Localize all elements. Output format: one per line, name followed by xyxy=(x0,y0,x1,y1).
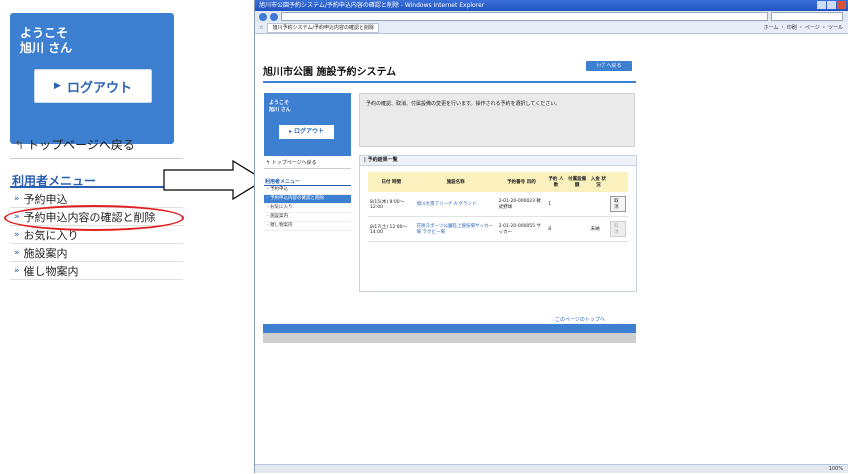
command-bar[interactable]: ホーム ・ 印刷 ・ ページ ・ ツール xyxy=(764,24,843,31)
cell-people: 8 xyxy=(546,216,566,242)
logout-button[interactable]: ▶ ログアウト xyxy=(34,69,152,103)
footer-band xyxy=(263,324,636,333)
site-menu-item[interactable]: - 予約申込 xyxy=(264,186,351,195)
site-welcome-box: ようこそ 旭川 さん ▸ ログアウト xyxy=(264,93,351,156)
cell-payment: 未納 xyxy=(588,216,609,242)
maximize-button[interactable] xyxy=(827,1,836,9)
close-button[interactable] xyxy=(837,1,846,9)
site-logout-button[interactable]: ▸ ログアウト xyxy=(279,125,334,139)
highlight-ellipse xyxy=(4,205,184,231)
window-controls xyxy=(817,1,846,9)
menu-item-label: 催し物案内 xyxy=(23,264,79,278)
logout-label: ログアウト xyxy=(66,80,132,96)
site-welcome-user: 旭川 さん xyxy=(269,107,291,113)
page-top-link[interactable]: このページのトップへ xyxy=(555,316,605,323)
window-titlebar: 旭川市公園予約システム/予約申込内容の確認と削除 - Windows Inter… xyxy=(255,0,848,11)
menu-item-facility-guide[interactable]: » 施設案内 xyxy=(10,244,183,262)
site-top-button[interactable]: ﾄｯﾌﾟへ戻る xyxy=(586,61,632,71)
site-logout-label: ログアウト xyxy=(294,128,325,135)
site-menu-item[interactable]: - お気に入り xyxy=(264,204,351,213)
header-rule xyxy=(263,81,636,83)
chevron-right-icon: » xyxy=(14,229,20,240)
cancel-button-disabled: 取消 xyxy=(610,221,626,237)
site-menu-item-active[interactable]: - 予約申込内容の確認と削除 xyxy=(264,195,351,204)
minimize-button[interactable] xyxy=(817,1,826,9)
cell-number: 2-01-20-000055 サッカー xyxy=(496,216,547,242)
cancel-button[interactable]: 取消 xyxy=(610,196,626,212)
site-welcome-greeting: ようこそ xyxy=(269,100,290,106)
col-action xyxy=(608,172,628,192)
cell-action: 取消 xyxy=(608,192,628,217)
tab-bar: ☆ 旭川予約システム/予約申込内容の確認と削除 ホーム ・ 印刷 ・ ページ ・… xyxy=(255,22,848,34)
cell-equipment xyxy=(565,192,589,217)
cell-number: 2-01-20-000023 軟式野球 xyxy=(496,192,547,217)
footer-gray xyxy=(263,333,636,343)
divider xyxy=(10,158,183,159)
menu-item-label: 施設案内 xyxy=(23,246,68,260)
pointer-arrow-icon xyxy=(163,160,265,200)
results-title: | 予約結果一覧 xyxy=(360,156,636,166)
menu-item-events[interactable]: » 催し物案内 xyxy=(10,262,183,280)
address-bar xyxy=(255,11,848,22)
site-title: 旭川市公園 施設予約システム xyxy=(263,67,397,78)
col-equipment: 付属設備 額 xyxy=(565,172,589,192)
welcome-box: ようこそ 旭川 さん ▶ ログアウト xyxy=(10,13,174,144)
welcome-user-name: 旭川 さん xyxy=(20,41,73,55)
site-menu-list: - 予約申込 - 予約申込内容の確認と削除 - お気に入り - 施設案内 - 催… xyxy=(264,186,351,231)
cell-people: 1 xyxy=(546,192,566,217)
forward-button[interactable] xyxy=(270,12,278,21)
browser-tab[interactable]: 旭川予約システム/予約申込内容の確認と削除 xyxy=(267,22,380,33)
favorites-star-icon[interactable]: ☆ xyxy=(259,25,263,31)
chevron-right-icon: » xyxy=(14,265,20,276)
cell-equipment xyxy=(565,216,589,242)
site-menu-label: 施設案内 xyxy=(270,214,289,219)
col-date: 日付 時間 xyxy=(368,172,415,192)
back-to-top-label: トップページへ戻る xyxy=(27,138,135,152)
site-back-to-top[interactable]: ↰ トップページへ戻る xyxy=(266,159,317,166)
search-field[interactable] xyxy=(771,12,843,21)
notice-box: 予約の確認、取消、付属設備の変更を行います。操作される予約を選択してください。 xyxy=(359,93,635,147)
return-arrow-icon: ↰ xyxy=(14,137,25,152)
col-number: 予約番号 目的 xyxy=(496,172,547,192)
browser-window: 旭川市公園予約システム/予約申込内容の確認と削除 - Windows Inter… xyxy=(254,0,848,473)
table-row: 8/17(土) 12:00～ 14:00 花咲スポーツ公園陸上競技場サッカー場 … xyxy=(368,216,628,242)
status-bar: 100% xyxy=(255,464,848,473)
col-payment: 入金 状況 xyxy=(588,172,609,192)
site-menu-label: 催し物案内 xyxy=(270,223,293,228)
reservation-table: 日付 時間 施設名称 予約番号 目的 予約 人数 付属設備 額 入金 状況 8/… xyxy=(368,172,628,242)
triangle-right-icon: ▶ xyxy=(54,81,61,91)
site-menu-label: 予約申込 xyxy=(270,187,289,192)
table-header-row: 日付 時間 施設名称 予約番号 目的 予約 人数 付属設備 額 入金 状況 xyxy=(368,172,628,192)
user-menu-list: » 予約申込 » 予約申込内容の確認と削除 » お気に入り » 施設案内 » 催し物案内 xyxy=(10,190,183,280)
cell-date: 8/15(木) 9:00～ 12:00 xyxy=(368,192,415,217)
col-people: 予約 人数 xyxy=(546,172,566,192)
site-menu-item[interactable]: - 施設案内 xyxy=(264,213,351,222)
cell-payment xyxy=(588,192,609,217)
site-divider xyxy=(264,168,351,169)
chevron-right-icon: » xyxy=(14,193,20,204)
col-facility: 施設名称 xyxy=(414,172,497,192)
cell-facility[interactable]: 花咲スポーツ公園陸上競技場サッカー場 ラグビー場 xyxy=(414,216,497,242)
back-to-top-link[interactable]: ↰ トップページへ戻る xyxy=(14,136,135,153)
back-button[interactable] xyxy=(259,12,267,21)
cell-facility[interactable]: 旭川大雪アリーナ A グランド xyxy=(414,192,497,217)
site-back-label: トップページへ戻る xyxy=(271,160,317,166)
cell-action: 取消 xyxy=(608,216,628,242)
site-menu-title: 利用者メニュー xyxy=(265,179,301,185)
url-field[interactable] xyxy=(281,12,768,21)
site-menu-item[interactable]: - 催し物案内 xyxy=(264,222,351,231)
site-menu-label: お気に入り xyxy=(270,205,293,210)
menu-item-label: 予約申込 xyxy=(23,192,68,206)
table-row: 8/15(木) 9:00～ 12:00 旭川大雪アリーナ A グランド 2-01… xyxy=(368,192,628,217)
menu-title-underline xyxy=(10,186,165,188)
reservation-results-panel: | 予約結果一覧 日付 時間 施設名称 予約番号 目的 予約 人数 付属設備 額… xyxy=(359,155,637,292)
site-menu-label: 予約申込内容の確認と削除 xyxy=(270,196,325,201)
window-title: 旭川市公園予約システム/予約申込内容の確認と削除 - Windows Inter… xyxy=(259,2,485,9)
cell-date: 8/17(土) 12:00～ 14:00 xyxy=(368,216,415,242)
chevron-right-icon: » xyxy=(14,247,20,258)
results-title-label: 予約結果一覧 xyxy=(367,157,398,163)
page-viewport: 旭川市公園 施設予約システム ﾄｯﾌﾟへ戻る ようこそ 旭川 さん ▸ ログアウ… xyxy=(255,34,848,464)
